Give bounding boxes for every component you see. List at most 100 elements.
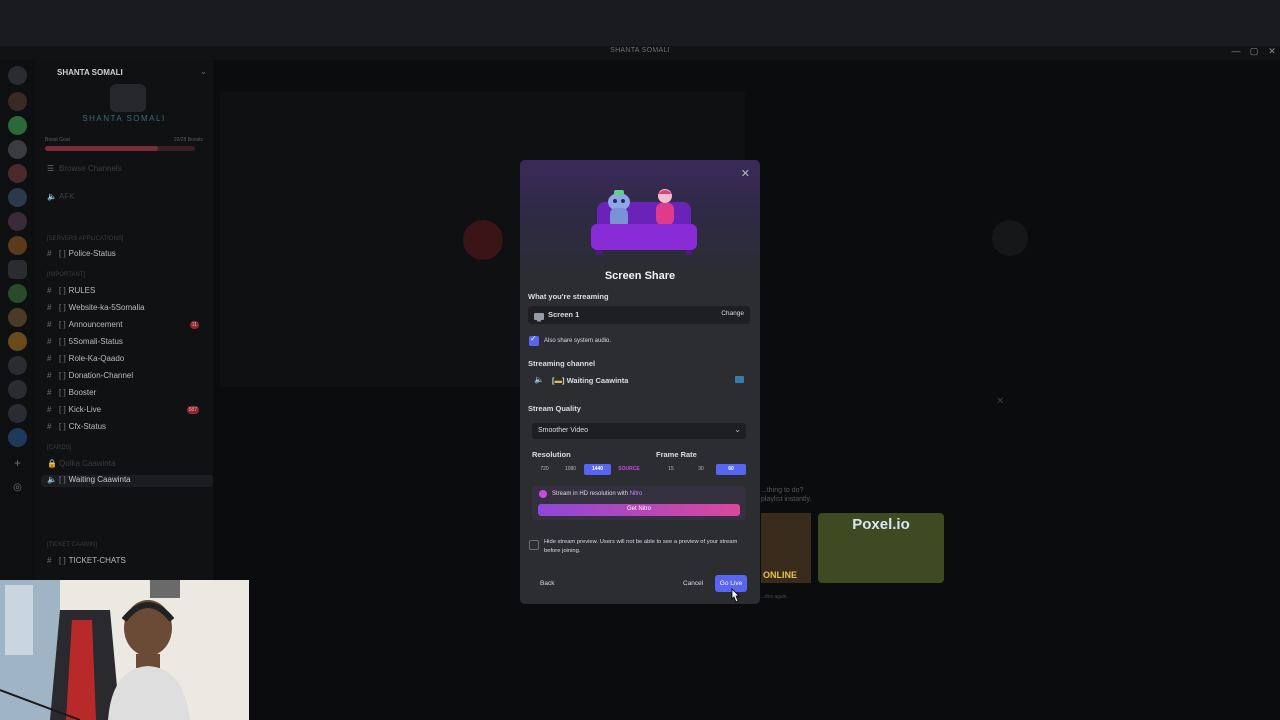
- server-icon[interactable]: [8, 116, 27, 135]
- channel-ticket-chats[interactable]: #[ ] TICKET-CHATS: [47, 556, 126, 568]
- close-icon[interactable]: ✕: [741, 167, 750, 180]
- channel-cfx-status[interactable]: #[ ] Cfx-Status: [47, 422, 106, 434]
- channel-police-status[interactable]: #[ ] Police-Status: [47, 249, 116, 261]
- resolution-1080[interactable]: 1080: [557, 464, 584, 475]
- channel-rules[interactable]: #[ ] RULES: [47, 286, 95, 298]
- channel-label: Streaming channel: [528, 359, 596, 368]
- close-window-icon[interactable]: ✕: [1264, 46, 1280, 57]
- source-name: Screen 1: [548, 310, 580, 319]
- unread-badge: 587: [186, 406, 199, 414]
- channel-booster[interactable]: #[ ] Booster: [47, 388, 96, 400]
- change-source-button[interactable]: Change: [721, 310, 744, 317]
- speaker-icon: 🔈: [534, 375, 544, 384]
- audio-checkbox[interactable]: ✓: [529, 334, 539, 346]
- screen-share-modal: ✕ Screen Share What you're streaming Scr…: [520, 160, 760, 604]
- server-icon[interactable]: [8, 188, 27, 207]
- couch-leg: [686, 250, 692, 255]
- server-icon[interactable]: [8, 212, 27, 231]
- server-icon[interactable]: [8, 92, 27, 111]
- server-icon[interactable]: [8, 332, 27, 351]
- quality-dropdown[interactable]: Smoother Video ⌄: [532, 423, 746, 439]
- activity-card-game[interactable]: ONLINE: [761, 513, 811, 583]
- activity-prompt: ...thing to do? playlist instantly.: [761, 487, 812, 503]
- server-icon[interactable]: [8, 356, 27, 375]
- server-icon[interactable]: [8, 284, 27, 303]
- channel-afk[interactable]: 🔈 AFK: [47, 192, 75, 204]
- nitro-upsell-text: Stream in HD resolution with Nitro: [552, 491, 643, 497]
- server-icon[interactable]: [8, 260, 27, 279]
- channel-qolka-caawinta[interactable]: 🔒 Qolka Caawinta: [47, 459, 115, 471]
- mouse-cursor-icon: [731, 588, 740, 603]
- cancel-button[interactable]: Cancel: [683, 580, 703, 587]
- chevron-down-icon: ⌄: [734, 425, 741, 434]
- chevron-down-icon[interactable]: ⌄: [200, 67, 207, 76]
- server-banner-text: SHANTA SOMALI: [82, 114, 166, 123]
- source-selector: Screen 1 Change: [528, 306, 750, 324]
- window-title: SHANTA SOMALI: [610, 47, 670, 54]
- resolution-1440[interactable]: 1440: [584, 464, 611, 475]
- maximize-icon[interactable]: ▢: [1246, 46, 1262, 57]
- channel-kick-live[interactable]: #[ ] Kick-Live 587: [47, 405, 207, 417]
- server-icon[interactable]: [8, 236, 27, 255]
- resolution-720[interactable]: 720: [532, 464, 557, 475]
- channel-name: [▬] Waiting Caawinta: [552, 376, 629, 385]
- channel-donation[interactable]: #[ ] Donation-Channel: [47, 371, 133, 383]
- boost-goal-label: Boost Goal: [45, 137, 70, 143]
- framerate-60[interactable]: 60: [716, 464, 746, 475]
- channel-role-ka-qaado[interactable]: #[ ] Role-Ka-Qaado: [47, 354, 124, 366]
- title-bar: SHANTA SOMALI — ▢ ✕: [0, 46, 1280, 60]
- browse-channels[interactable]: ☰ Browse Channels: [47, 164, 122, 176]
- modal-footer: Back Cancel Go Live: [520, 570, 760, 604]
- webcam-overlay: [0, 580, 249, 720]
- server-icon[interactable]: [8, 428, 27, 447]
- unread-badge: 11: [189, 321, 199, 329]
- back-button[interactable]: Back: [540, 580, 554, 587]
- person-illustration: [656, 189, 674, 225]
- screen-icon: [735, 376, 744, 383]
- user-avatar[interactable]: [992, 220, 1028, 256]
- quality-label: Stream Quality: [528, 404, 581, 413]
- add-server-icon[interactable]: +: [8, 454, 27, 473]
- server-icon[interactable]: [8, 308, 27, 327]
- boost-progress-bar[interactable]: [45, 146, 195, 151]
- quality-value: Smoother Video: [538, 427, 589, 434]
- server-icon[interactable]: [8, 140, 27, 159]
- browser-topbar: [0, 0, 1280, 46]
- hide-preview-label: Hide stream preview. Users will not be a…: [544, 539, 738, 554]
- hide-preview-checkbox[interactable]: [529, 540, 539, 550]
- channel-waiting-caawinta[interactable]: 🔈[ ] Waiting Caawinta: [41, 475, 213, 487]
- category-cards[interactable]: [CARDS]: [47, 445, 71, 457]
- couch-seat: [591, 224, 697, 250]
- minimize-icon[interactable]: —: [1228, 46, 1244, 56]
- category-servers-applications[interactable]: [SERVERS APPLICATIONS]: [47, 236, 123, 248]
- category-important[interactable]: [IMPORTANT]: [47, 272, 85, 284]
- server-icon[interactable]: [8, 380, 27, 399]
- framerate-label: Frame Rate: [656, 450, 697, 459]
- channel-5somali-status[interactable]: #[ ] 5Somali-Status: [47, 337, 123, 349]
- server-icon[interactable]: [8, 164, 27, 183]
- category-ticket-caawin[interactable]: [TICKET CAAWIN]: [47, 542, 97, 554]
- boost-count: 20/28 Boosts: [173, 137, 203, 143]
- get-nitro-button[interactable]: Get Nitro: [538, 504, 740, 516]
- streaming-label: What you're streaming: [528, 292, 609, 301]
- explore-icon[interactable]: ◎: [8, 478, 27, 497]
- couch-leg: [596, 250, 602, 255]
- user-avatar[interactable]: [463, 220, 503, 260]
- home-icon[interactable]: [8, 66, 27, 85]
- nitro-icon: [539, 490, 547, 498]
- streaming-channel-row: 🔈 [▬] Waiting Caawinta: [528, 373, 750, 389]
- resolution-source[interactable]: SOURCE: [613, 464, 645, 475]
- channel-announcement[interactable]: #[ ] Announcement 11: [47, 320, 207, 332]
- server-name[interactable]: SHANTA SOMALI: [57, 68, 123, 77]
- nitro-upsell: Stream in HD resolution with Nitro Get N…: [532, 486, 746, 520]
- activity-card-poxel[interactable]: Poxel.io: [818, 513, 944, 583]
- activity-footer: ...this again.: [761, 594, 788, 600]
- close-icon[interactable]: ✕: [996, 396, 1004, 407]
- server-icon[interactable]: [8, 404, 27, 423]
- modal-title: Screen Share: [604, 270, 676, 282]
- framerate-15[interactable]: 15: [656, 464, 686, 475]
- resolution-label: Resolution: [532, 450, 571, 459]
- framerate-30[interactable]: 30: [686, 464, 716, 475]
- monitor-icon: [534, 309, 544, 327]
- channel-website[interactable]: #[ ] Website-ka-5Somalia: [47, 303, 145, 315]
